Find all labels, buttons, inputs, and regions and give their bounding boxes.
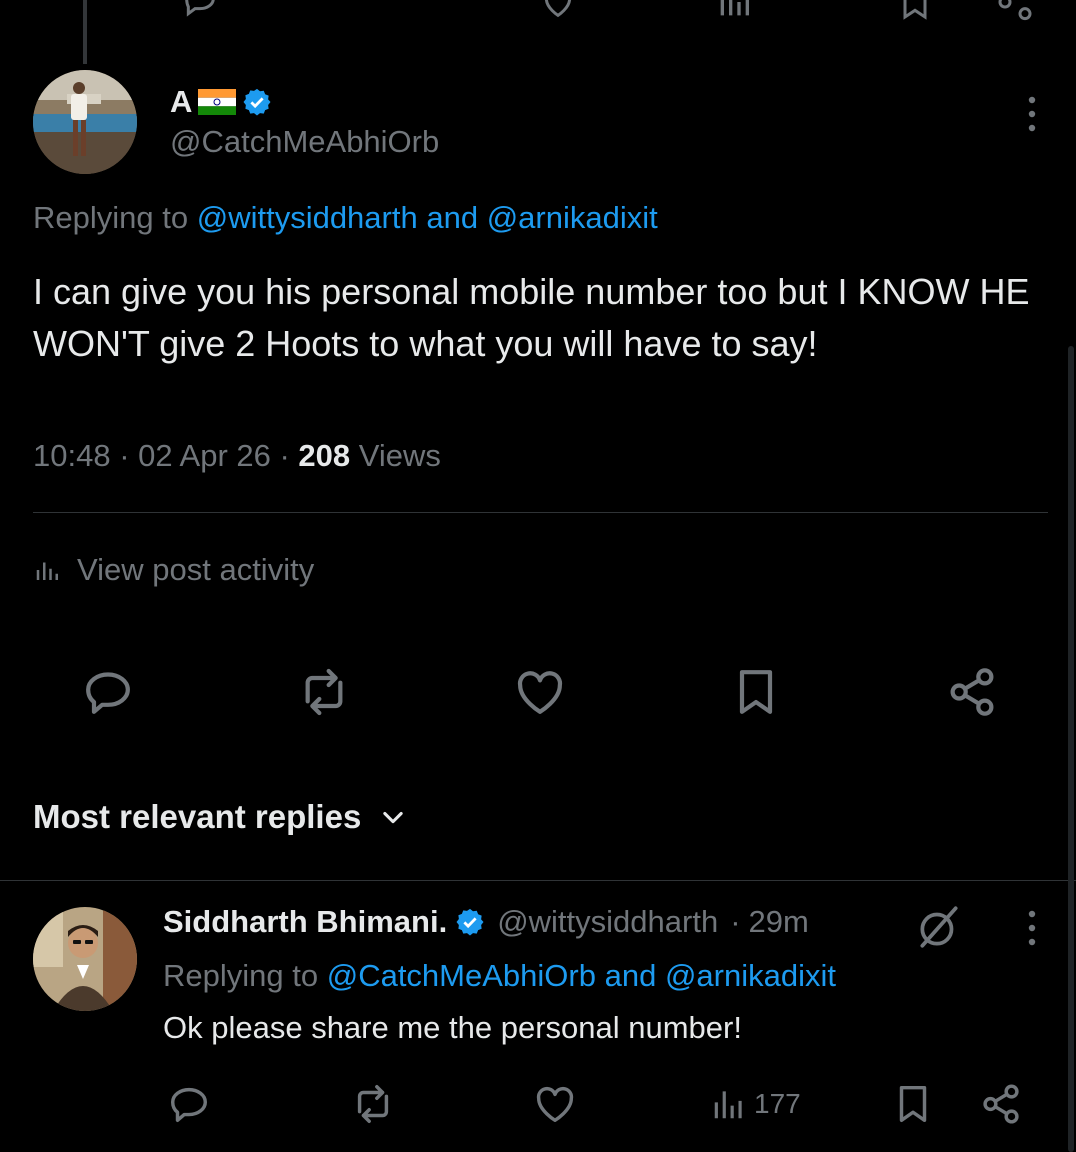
reply-icon[interactable] (180, 0, 220, 17)
mention-link[interactable]: @CatchMeAbhiOrb (327, 958, 596, 993)
author-name[interactable]: A (170, 84, 192, 120)
views-icon (714, 1091, 742, 1119)
view-post-activity[interactable]: View post activity (33, 552, 314, 588)
replies-sort-button[interactable]: Most relevant replies (33, 798, 407, 836)
reply-age[interactable]: 29m (749, 904, 809, 940)
reply-replying-to: Replying to @CatchMeAbhiOrb and @arnikad… (163, 958, 836, 994)
bookmark-icon[interactable] (895, 0, 935, 20)
chevron-down-icon (383, 811, 403, 824)
replying-prefix: Replying to (33, 200, 189, 235)
bookmark-icon (899, 1085, 927, 1123)
analytics-icon (36, 562, 58, 580)
reply-button[interactable] (166, 1080, 212, 1128)
verified-badge-icon (243, 88, 271, 116)
grok-icon[interactable] (914, 902, 964, 952)
author-avatar[interactable] (33, 70, 137, 174)
reply-text: Ok please share me the personal number! (163, 1010, 742, 1045)
separator-dot: · (730, 904, 741, 939)
tweet-text: I can give you his personal mobile numbe… (33, 271, 1030, 364)
bookmark-icon (739, 670, 773, 714)
heart-icon (517, 671, 563, 714)
repost-icon (305, 668, 343, 716)
views-button[interactable]: 177 (710, 1080, 801, 1128)
tweet-date[interactable]: 02 Apr 26 (138, 438, 271, 473)
mention-link[interactable]: @wittysiddharth (197, 200, 418, 235)
like-button[interactable] (512, 664, 568, 720)
reply-icon (170, 1087, 208, 1123)
author-name-row: A (170, 84, 272, 120)
like-button[interactable] (532, 1080, 578, 1128)
reply-views-count: 177 (754, 1088, 801, 1119)
reply-author-handle[interactable]: @wittysiddharth (497, 904, 718, 940)
reply-button[interactable] (80, 664, 136, 720)
tweet-meta: 10:48 · 02 Apr 26 · 208 Views (33, 438, 441, 473)
tweet-time[interactable]: 10:48 (33, 438, 111, 473)
reply-header: Siddharth Bhimani. @wittysiddharth · 29m (163, 904, 809, 940)
views-label: Views (358, 438, 441, 473)
share-button[interactable] (944, 664, 1000, 720)
share-icon[interactable] (995, 0, 1035, 21)
reply-icon (86, 672, 130, 714)
share-icon (950, 668, 994, 716)
divider (33, 512, 1048, 513)
more-vertical-icon[interactable] (1024, 94, 1040, 134)
views-count: 208 (298, 438, 351, 473)
activity-label: View post activity (77, 552, 315, 587)
verified-badge-icon (456, 908, 484, 936)
share-icon (983, 1084, 1019, 1124)
share-button[interactable] (978, 1080, 1024, 1128)
sort-label: Most relevant replies (33, 798, 362, 835)
bookmark-button[interactable] (728, 664, 784, 720)
repost-button[interactable] (350, 1080, 396, 1128)
repost-button[interactable] (296, 664, 352, 720)
author-handle[interactable]: @CatchMeAbhiOrb (170, 124, 439, 160)
bookmark-button[interactable] (890, 1080, 936, 1128)
scrollbar[interactable] (1068, 346, 1074, 1152)
mention-and[interactable]: and (605, 958, 657, 993)
mention-link[interactable]: @arnikadixit (487, 200, 658, 235)
mention-link[interactable]: @arnikadixit (665, 958, 836, 993)
repost-icon (357, 1085, 389, 1123)
replying-to: Replying to @wittysiddharth and @arnikad… (33, 200, 658, 236)
heart-icon (536, 1086, 574, 1123)
reply-author-avatar[interactable] (33, 907, 137, 1011)
thread-line (83, 0, 87, 64)
more-vertical-icon[interactable] (1024, 908, 1040, 948)
views-icon[interactable] (714, 0, 754, 16)
divider (0, 880, 1076, 881)
replying-prefix: Replying to (163, 958, 319, 993)
india-flag-icon (198, 89, 237, 115)
mention-and[interactable]: and (426, 200, 478, 235)
heart-icon[interactable] (538, 0, 578, 18)
reply-author-name[interactable]: Siddharth Bhimani. (163, 904, 447, 940)
